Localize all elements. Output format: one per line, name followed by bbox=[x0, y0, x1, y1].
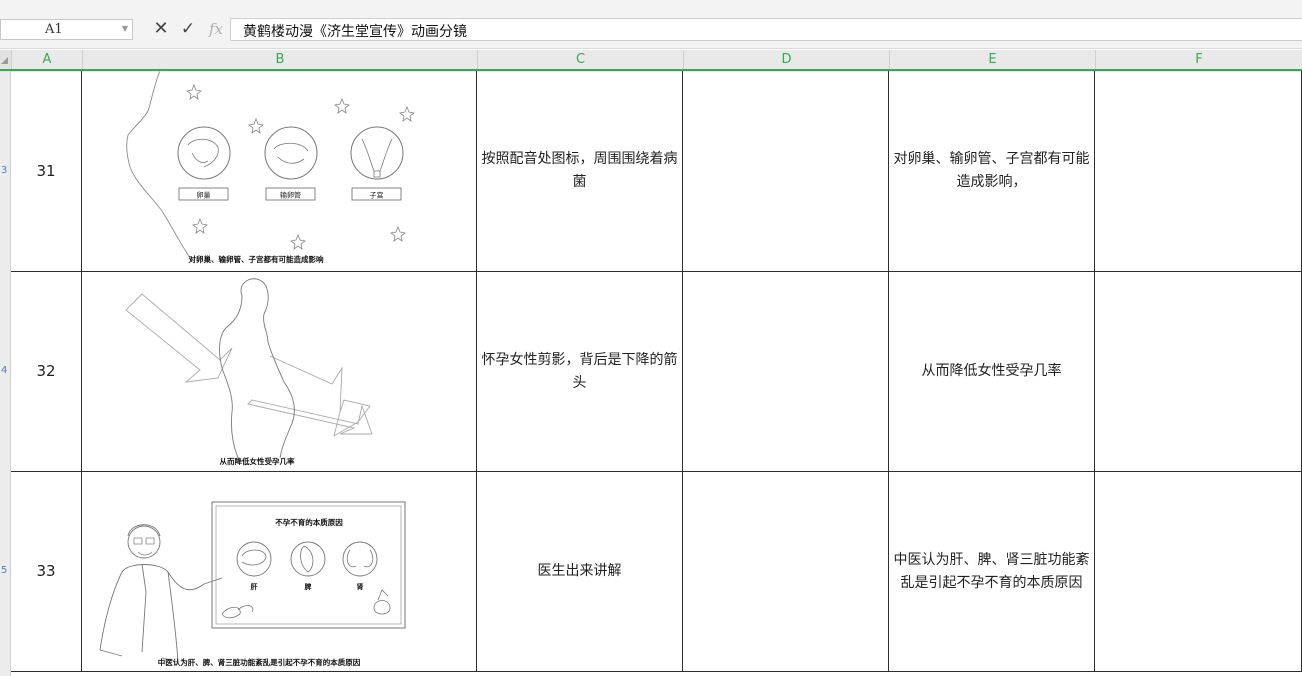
row-number-text: 32 bbox=[36, 362, 56, 380]
cell-voiceover[interactable]: 中医认为肝、脾、肾三脏功能紊乱是引起不孕不育的本质原因 bbox=[889, 472, 1095, 672]
window-top-strip bbox=[0, 0, 1302, 8]
voiceover-text: 中医认为肝、脾、肾三脏功能紊乱是引起不孕不育的本质原因 bbox=[893, 551, 1090, 591]
select-all-icon bbox=[1, 57, 8, 64]
checkmark-icon[interactable]: ✓ bbox=[178, 18, 198, 40]
function-icon[interactable]: fx bbox=[206, 18, 226, 40]
description-text: 怀孕女性剪影，背后是下降的箭头 bbox=[481, 351, 678, 391]
description-text: 按照配音处图标，周围围绕着病菌 bbox=[481, 151, 678, 190]
column-header-b[interactable]: B bbox=[82, 50, 477, 69]
cell-row-number[interactable]: 32 bbox=[11, 272, 82, 472]
formula-content: 黄鹤楼动漫《济生堂宣传》动画分镜 bbox=[243, 24, 467, 40]
column-header-a[interactable]: A bbox=[11, 50, 82, 69]
organ-label: 肝 bbox=[251, 582, 258, 591]
cell-row-number[interactable]: 31 bbox=[11, 71, 82, 272]
cell-empty[interactable] bbox=[683, 272, 889, 472]
organ-label: 脾 bbox=[304, 582, 312, 591]
sketch-caption: 从而降低女性受孕几率 bbox=[220, 456, 295, 466]
storyboard-sketch-32[interactable]: 从而降低女性受孕几率 bbox=[82, 272, 477, 472]
cell-row-number[interactable]: 33 bbox=[11, 472, 82, 672]
row-header-mark[interactable]: 5 bbox=[1, 565, 7, 576]
column-header-row: A B C D E F bbox=[0, 50, 1302, 71]
organs-sketch: 卵巢 输卵管 子宫 对卵巢、输卵管、子宫都有可能造成影响 bbox=[126, 71, 415, 264]
organ-label: 输卵管 bbox=[280, 191, 301, 200]
cell-empty[interactable] bbox=[1095, 272, 1302, 472]
pregnant-silhouette-sketch: 从而降低女性受孕几率 bbox=[125, 278, 373, 466]
cell-description[interactable]: 怀孕女性剪影，背后是下降的箭头 bbox=[477, 272, 683, 472]
organ-label: 子宫 bbox=[370, 191, 384, 200]
cell-empty[interactable] bbox=[683, 472, 889, 672]
cell-empty[interactable] bbox=[1095, 71, 1302, 272]
storyboard-sketch-31[interactable]: 卵巢 输卵管 子宫 对卵巢、输卵管、子宫都有可能造成影响 bbox=[82, 71, 477, 272]
formula-bar: A1 ▼ ✕ ✓ fx 黄鹤楼动漫《济生堂宣传》动画分镜 bbox=[0, 8, 1302, 49]
row-number-text: 31 bbox=[36, 161, 56, 180]
formula-input[interactable]: 黄鹤楼动漫《济生堂宣传》动画分镜 bbox=[230, 18, 1302, 41]
row-header-gutter: 3 4 5 bbox=[0, 71, 11, 676]
cancel-icon[interactable]: ✕ bbox=[152, 18, 170, 40]
storyboard-sketch-33[interactable]: 不孕不育的本质原因 肝 脾 肾 中医认为肝、脾、肾三脏功能紊乱是引起不孕不育的本… bbox=[82, 472, 477, 672]
cell-voiceover[interactable]: 对卵巢、输卵管、子宫都有可能造成影响， bbox=[889, 71, 1095, 272]
cell-description[interactable]: 按照配音处图标，周围围绕着病菌 bbox=[477, 71, 683, 272]
sketch-caption: 中医认为肝、脾、肾三脏功能紊乱是引起不孕不育的本质原因 bbox=[158, 657, 361, 667]
cell-empty[interactable] bbox=[1095, 472, 1302, 672]
chevron-down-icon[interactable]: ▼ bbox=[122, 24, 128, 33]
row-header-mark[interactable]: 4 bbox=[1, 365, 7, 376]
cell-voiceover[interactable]: 从而降低女性受孕几率 bbox=[889, 272, 1095, 472]
description-text: 医生出来讲解 bbox=[537, 563, 622, 579]
organ-label: 卵巢 bbox=[197, 191, 211, 200]
voiceover-text: 从而降低女性受孕几率 bbox=[921, 363, 1062, 379]
cell-empty[interactable] bbox=[683, 71, 889, 272]
voiceover-text: 对卵巢、输卵管、子宫都有可能造成影响， bbox=[893, 151, 1090, 190]
organ-label: 肾 bbox=[357, 582, 364, 591]
column-header-d[interactable]: D bbox=[683, 50, 889, 69]
column-header-e[interactable]: E bbox=[889, 50, 1095, 69]
name-box[interactable]: A1 ▼ bbox=[0, 19, 133, 40]
column-header-c[interactable]: C bbox=[477, 50, 683, 69]
row-header-mark[interactable]: 3 bbox=[1, 165, 7, 176]
doctor-explains-sketch: 不孕不育的本质原因 肝 脾 肾 中医认为肝、脾、肾三脏功能紊乱是引起不孕不育的本… bbox=[99, 501, 406, 667]
row-number-text: 33 bbox=[36, 562, 56, 580]
name-box-value: A1 bbox=[45, 22, 63, 37]
board-title: 不孕不育的本质原因 bbox=[275, 517, 343, 527]
select-all-button[interactable] bbox=[0, 50, 11, 69]
cell-description[interactable]: 医生出来讲解 bbox=[477, 472, 683, 672]
column-header-f[interactable]: F bbox=[1095, 50, 1302, 69]
sketch-caption: 对卵巢、输卵管、子宫都有可能造成影响 bbox=[189, 254, 324, 264]
